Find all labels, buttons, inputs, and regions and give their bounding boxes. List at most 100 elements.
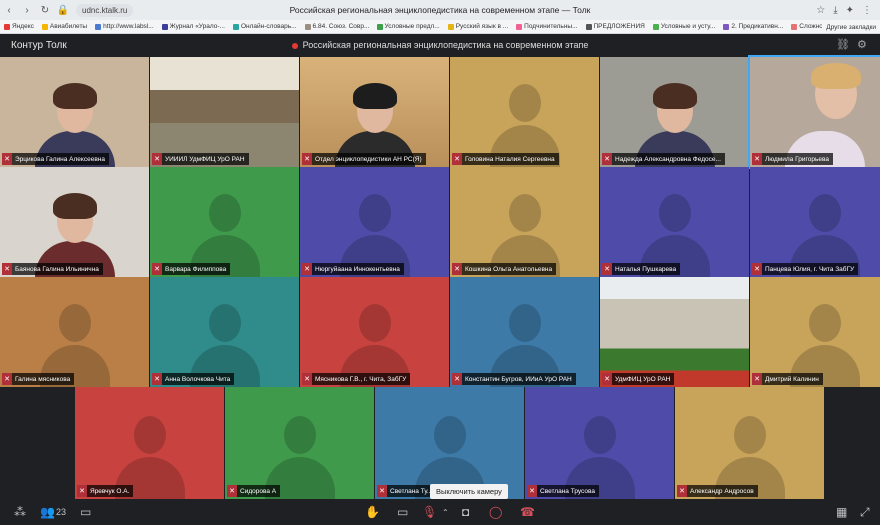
participant-tile[interactable]: ✕ Людмила Григорьева [748, 55, 880, 169]
participant-tile[interactable]: ✕ Кошкина Ольга Анатольевна [450, 167, 599, 277]
mic-muted-icon: ✕ [377, 485, 387, 497]
participant-tile[interactable]: ✕ УИИИЛ УдмФИЦ УрО РАН [150, 57, 299, 167]
mic-muted-icon: ✕ [152, 263, 162, 275]
participant-tile[interactable]: ✕ Баянова Галина Ильинична [0, 167, 149, 277]
back-icon[interactable]: ‹ [0, 5, 18, 16]
participant-tile[interactable]: ✕ Мясникова Г.В., г. Чита, ЗабГУ [300, 277, 449, 387]
link-icon[interactable]: ⛓ [836, 38, 850, 51]
extension-icon[interactable]: ✦ [846, 5, 854, 16]
participant-name: Дмитрий Калинин [765, 375, 819, 383]
participant-name: Анна Волочкова Чита [165, 375, 231, 383]
bookmark-item[interactable]: 6.84. Союз. Совр... [301, 23, 373, 30]
chat-icon[interactable]: ▭ [80, 505, 91, 519]
camera-tooltip: Выключить камеру [430, 484, 508, 499]
participant-tile[interactable]: ✕ Светлана Трусова [525, 387, 674, 499]
person-head [352, 83, 397, 133]
bookmark-icon [652, 23, 659, 30]
participants-icon[interactable]: 👥 [40, 505, 55, 519]
participant-tile[interactable]: ✕ Анна Волочкова Чита [150, 277, 299, 387]
avatar-head [208, 304, 241, 342]
bookmark-icon [95, 23, 102, 30]
shapes-icon[interactable]: ⁂ [14, 505, 26, 519]
participant-name: УИИИЛ УдмФИЦ УрО РАН [165, 155, 245, 163]
browser-toolbar: ‹ › ↻ 🔒 udnc.ktalk.ru Российская региона… [0, 0, 880, 20]
bookmark-icon [4, 23, 10, 30]
participant-tile[interactable]: ✕ Дмитрий Калинин [750, 277, 880, 387]
participant-tile[interactable]: ✕ Головина Наталия Сергеевна [450, 57, 599, 167]
bookmark-label: Журнал «Урало-... [169, 23, 225, 30]
participant-label: ✕ Кошкина Ольга Анатольевна [452, 263, 557, 275]
mic-muted-icon: ✕ [752, 263, 762, 275]
layout-icon[interactable]: ▦ [836, 505, 847, 519]
bookmark-item[interactable]: http://www.labsl... [91, 23, 158, 30]
participant-tile[interactable]: ✕ Панцева Юлия, г. Чита ЗабГУ [750, 167, 880, 277]
other-bookmarks[interactable]: Другие закладки [822, 20, 876, 33]
mic-muted-icon: ✕ [752, 373, 762, 385]
bookmark-item[interactable]: Условные предл... [373, 23, 444, 30]
bookmark-item[interactable]: Условные и усту... [649, 23, 720, 30]
bookmark-item[interactable]: Русский язык в ... [444, 23, 512, 30]
participant-tile[interactable]: ✕ Надежда Александровна Федосе... [600, 57, 749, 167]
menu-icon[interactable]: ⋮ [862, 5, 872, 16]
bookmark-item[interactable]: Яндекс [0, 23, 38, 30]
participant-tile[interactable]: ✕ Галина мясникова [0, 277, 149, 387]
mic-muted-icon: ✕ [752, 153, 762, 165]
bookmark-icon [41, 23, 48, 30]
leave-call-icon[interactable]: ☎ [520, 505, 535, 519]
participant-tile[interactable]: ✕ Светлана Ту... [375, 387, 524, 499]
bookmark-item[interactable]: Авиабилеты [38, 23, 91, 30]
fullscreen-icon[interactable]: ⤢ [860, 505, 870, 520]
participant-tile[interactable]: ✕ УдмФИЦ УрО РАН [600, 277, 749, 387]
participant-tile[interactable]: ✕ Константин Бугров, ИИиА УрО РАН [450, 277, 599, 387]
bookmark-icon [376, 23, 383, 30]
avatar-head [358, 304, 391, 342]
participant-label: ✕ Панцева Юлия, г. Чита ЗабГУ [752, 263, 859, 275]
camera-icon[interactable]: ◘ [462, 505, 469, 519]
participant-tile[interactable]: ✕ Эрцикова Галина Алексеевна [0, 57, 149, 167]
participant-tile[interactable]: ✕ Александр Андросов [675, 387, 824, 499]
bookmark-item[interactable]: Онлайн-словарь... [229, 23, 301, 30]
participant-name: Кошкина Ольга Анатольевна [465, 265, 553, 273]
download-icon[interactable]: ⤓ [833, 5, 837, 16]
participant-tile[interactable]: ✕ Сидорова А [225, 387, 374, 499]
hand-icon[interactable]: ✋ [365, 505, 380, 519]
bookmark-label: http://www.labsl... [103, 23, 154, 30]
bookmark-icon [447, 23, 454, 30]
bookmark-item[interactable]: 2. Предикативн... [719, 23, 787, 30]
lock-icon: 🔒 [56, 4, 70, 16]
participant-tile[interactable]: ✕ Яревчук О.А. [75, 387, 224, 499]
star-icon[interactable]: ☆ [816, 5, 825, 16]
participant-name: Головина Наталия Сергеевна [465, 155, 555, 163]
mic-muted-icon: ✕ [77, 485, 87, 497]
person-hair [352, 83, 397, 109]
bookmark-icon [304, 23, 311, 30]
bookmark-item[interactable]: Журнал «Урало-... [158, 23, 229, 30]
forward-icon[interactable]: › [18, 5, 36, 16]
record-icon[interactable]: ◯ [489, 505, 502, 519]
bookmark-item[interactable]: ПРЕДЛОЖЕНИЯ [582, 23, 649, 30]
bookmark-icon [585, 23, 592, 30]
mic-options-icon[interactable]: ⌃ [442, 508, 449, 517]
participant-label: ✕ Дмитрий Калинин [752, 373, 823, 385]
participants-count[interactable]: 23 [56, 507, 66, 517]
participant-label: ✕ Отдел энциклопедистики АН РС(Я) [302, 153, 426, 165]
participant-tile[interactable]: ✕ Нюргуйаана Иннокентьевна [300, 167, 449, 277]
mic-off-icon[interactable]: 🎙 [422, 505, 437, 519]
participant-tile[interactable]: ✕ Отдел энциклопедистики АН РС(Я) [300, 57, 449, 167]
screen-share-icon[interactable]: ▭ [397, 505, 408, 519]
avatar-head [58, 304, 91, 342]
participant-label: ✕ Варвара Филиппова [152, 263, 231, 275]
settings-icon[interactable]: ⚙ [857, 38, 867, 51]
bookmark-item[interactable]: Подчинительны... [512, 23, 581, 30]
participant-tile[interactable]: ✕ Варвара Филиппова [150, 167, 299, 277]
participant-name: Яревчук О.А. [90, 487, 130, 495]
address-bar[interactable]: udnc.ktalk.ru [76, 3, 134, 17]
participant-name: Наталья Пушкарева [615, 265, 677, 273]
mic-muted-icon: ✕ [302, 153, 312, 165]
reload-icon[interactable]: ↻ [36, 5, 54, 16]
participant-label: ✕ Яревчук О.А. [77, 485, 134, 497]
person-head [52, 193, 97, 243]
video-feed [600, 277, 749, 387]
participant-tile[interactable]: ✕ Наталья Пушкарева [600, 167, 749, 277]
mic-muted-icon: ✕ [602, 373, 612, 385]
